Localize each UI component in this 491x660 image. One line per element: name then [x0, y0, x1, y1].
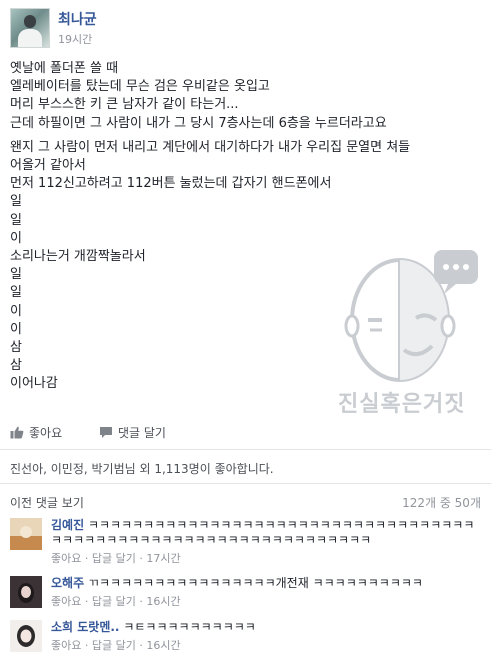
commenter-name[interactable]: 소희 도랏멘..: [51, 620, 120, 634]
post-timestamp[interactable]: 19시간: [58, 31, 92, 47]
post-paragraph: 옛날에 폴더폰 쓸 때 엘레베이터를 탔는데 무슨 검은 우비같은 옷입고 머리…: [10, 60, 480, 133]
post-line: 옛날에 폴더폰 쓸 때: [10, 61, 119, 76]
comment-content: 소희 도랏멘.. ㅋㅌㅋㅋㅋㅋㅋㅋㅋㅋㅋㅋ 좋아요 · 답글 달기 · 16시간: [51, 620, 481, 653]
commenter-avatar[interactable]: [10, 620, 42, 652]
author-avatar[interactable]: [10, 8, 50, 48]
post-line: 어올거 같아서: [10, 158, 86, 174]
commenter-avatar[interactable]: [10, 518, 42, 550]
avatar-head: [24, 15, 36, 28]
watermark-text: 진실혹은거짓: [338, 392, 466, 417]
comment-count: 122개 중 50개: [402, 496, 481, 510]
post-line: 먼저 112신고하려고 112버튼 눌렀는데 갑자기 핸드폰에서: [10, 176, 332, 192]
commenter-name[interactable]: 김예진: [51, 518, 84, 532]
post-line: 머리 부스스한 키 큰 남자가 같이 타는거...: [10, 97, 239, 113]
comment-reply-link[interactable]: 답글 달기: [92, 595, 136, 608]
like-button-label: 좋아요: [29, 426, 63, 440]
comment-text: ㅋㅋㅋㅋㅋㅋㅋㅋㅋㅋㅋㅋㅋㅋㅋㅋㅋㅋㅋㅋㅋㅋㅋㅋㅋㅋㅋㅋㅋㅋㅋㅋㅋㅋㅋㅋㅋㅋㅋㅋ…: [51, 518, 475, 547]
speech-bubble-icon: [100, 427, 112, 438]
comment-text: ㄲㅋㅋㅋㅋㅋㅋㅋㅋㅋㅋㅋㅋㅋㅋㅋㅋ개전재 ㅋㅋㅋㅋㅋㅋㅋㅋㅋㅋ: [87, 576, 423, 590]
avatar-body: [18, 29, 42, 47]
post-line: 일: [10, 212, 22, 228]
comment-time[interactable]: 17시간: [146, 552, 180, 565]
comment-like-link[interactable]: 좋아요: [51, 552, 81, 565]
divider: [0, 449, 491, 450]
post-action-bar: 좋아요 댓글 달기: [0, 424, 491, 446]
post-line: 엘레베이터를 탔는데 무슨 검은 우비같은 옷입고: [10, 79, 270, 95]
like-button[interactable]: 좋아요: [10, 424, 62, 441]
comment-time[interactable]: 16시간: [146, 595, 180, 608]
comment-meta: 좋아요 · 답글 달기 · 16시간: [51, 595, 181, 608]
comment-text: ㅋㅌㅋㅋㅋㅋㅋㅋㅋㅋㅋㅋ: [123, 620, 256, 634]
comment-like-link[interactable]: 좋아요: [51, 639, 81, 652]
comment-button[interactable]: 댓글 달기: [99, 424, 166, 441]
thumbs-up-icon: [10, 426, 24, 439]
post-author-name[interactable]: 최나균: [58, 9, 97, 29]
comment-meta: 좋아요 · 답글 달기 · 17시간: [51, 552, 181, 565]
commenter-name[interactable]: 오해주: [51, 576, 84, 590]
comment-content: 오해주 ㄲㅋㅋㅋㅋㅋㅋㅋㅋㅋㅋㅋㅋㅋㅋㅋㅋ개전재 ㅋㅋㅋㅋㅋㅋㅋㅋㅋㅋ 좋아요 …: [51, 576, 481, 609]
likes-summary[interactable]: 진선아, 이민정, 박기범님 외 1,113명이 좋아합니다.: [10, 460, 274, 477]
comment-meta: 좋아요 · 답글 달기 · 16시간: [51, 639, 181, 652]
divider: [0, 483, 491, 484]
comment-reply-link[interactable]: 답글 달기: [92, 552, 136, 565]
post-line: 일: [10, 194, 22, 210]
post-line: 왠지 그 사람이 먼저 내리고 계단에서 대기하다가 내가 우리집 문열면 쳐들: [10, 139, 411, 155]
comment-reply-link[interactable]: 답글 달기: [92, 639, 136, 652]
comment-time[interactable]: 16시간: [146, 639, 180, 652]
view-previous-comments-link[interactable]: 이전 댓글 보기: [10, 494, 84, 511]
post-line: 근데 하필이면 그 사람이 내가 그 당시 7층사는데 6층을 누르더라고요: [10, 115, 387, 131]
commenter-avatar[interactable]: [10, 576, 42, 608]
comment-like-link[interactable]: 좋아요: [51, 595, 81, 608]
comment-button-label: 댓글 달기: [118, 426, 166, 440]
comment-content: 김예진 ㅋㅋㅋㅋㅋㅋㅋㅋㅋㅋㅋㅋㅋㅋㅋㅋㅋㅋㅋㅋㅋㅋㅋㅋㅋㅋㅋㅋㅋㅋㅋㅋㅋㅋㅋㅋ…: [51, 518, 481, 566]
